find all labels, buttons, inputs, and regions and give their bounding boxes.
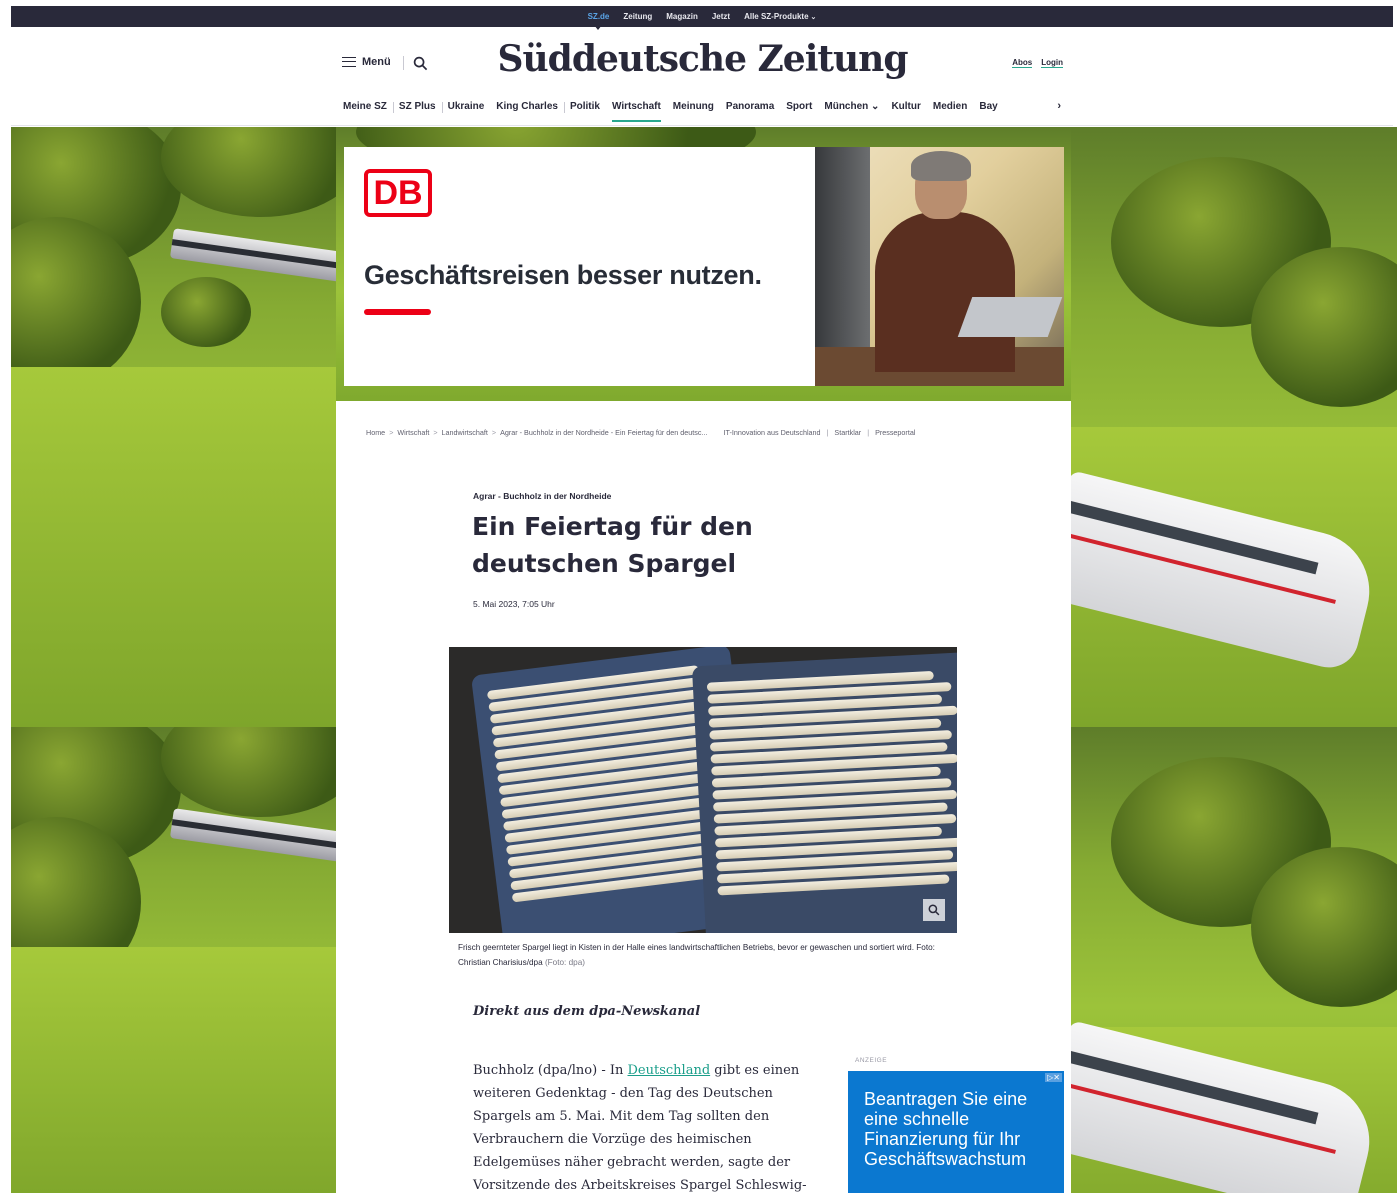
article-kicker: Agrar - Buchholz in der Nordheide <box>473 491 612 501</box>
partner-link-startklar[interactable]: Startklar <box>834 428 861 437</box>
article-photo-asparagus[interactable] <box>449 647 957 933</box>
magnifier-icon <box>928 904 940 916</box>
nav-item-meine-sz[interactable]: Meine SZ <box>343 98 394 120</box>
breadcrumb-separator: > <box>389 428 394 437</box>
asparagus-crate <box>691 651 957 933</box>
landscape-panel <box>1071 727 1397 1193</box>
ad-headline: Geschäftsreisen besser nutzen. <box>364 260 762 290</box>
productbar-magazin[interactable]: Magazin <box>666 12 698 21</box>
main-nav: Meine SZ SZ Plus Ukraine King Charles Po… <box>343 98 1065 126</box>
nav-item-wirtschaft[interactable]: Wirtschaft <box>611 98 661 122</box>
nav-item-kultur[interactable]: Kultur <box>891 98 920 120</box>
productbar-alle-produkte-label: Alle SZ-Produkte <box>744 12 809 21</box>
landscape-panel <box>1071 127 1397 727</box>
nav-item-meinung[interactable]: Meinung <box>673 98 714 120</box>
nav-item-sz-plus[interactable]: SZ Plus <box>399 98 443 120</box>
adchoices-icon[interactable]: ▷✕ <box>1045 1073 1062 1082</box>
breadcrumb-landwirtschaft[interactable]: Landwirtschaft <box>442 428 488 437</box>
article-date: 5. Mai 2023, 7:05 Uhr <box>473 599 555 609</box>
nav-item-bayern[interactable]: Bay <box>979 98 997 120</box>
nav-item-politik[interactable]: Politik <box>570 98 600 120</box>
db-logo: DB <box>364 169 432 217</box>
productbar-alle-produkte[interactable]: Alle SZ-Produkte ⌄ <box>744 12 816 21</box>
partner-link-it-innovation[interactable]: IT-Innovation aus Deutschland <box>723 428 820 437</box>
side-ad-text: Beantragen Sie eine eine schnelle Finanz… <box>864 1089 1028 1169</box>
ad-photo-businessman <box>815 147 1064 386</box>
landscape-panel <box>11 727 336 1193</box>
link-separator: | <box>867 428 870 437</box>
photo-caption: Frisch geernteter Spargel liegt in Kiste… <box>458 940 953 970</box>
breadcrumb-current: Agrar - Buchholz in der Nordheide - Ein … <box>500 428 708 437</box>
deutschland-link[interactable]: Deutschland <box>628 1063 711 1078</box>
nav-item-sport[interactable]: Sport <box>786 98 812 120</box>
productbar-jetzt[interactable]: Jetzt <box>712 12 730 21</box>
breadcrumb-wirtschaft[interactable]: Wirtschaft <box>397 428 429 437</box>
productbar-zeitung[interactable]: Zeitung <box>623 12 652 21</box>
newsfeed-label: Direkt aus dem dpa-Newskanal <box>473 1004 701 1019</box>
laptop-icon <box>957 297 1063 337</box>
chevron-down-icon: ⌄ <box>810 14 817 21</box>
breadcrumb: Home > Wirtschaft > Landwirtschaft > Agr… <box>366 428 1046 437</box>
article-headline: Ein Feiertag für den deutschen Spargel <box>472 512 753 578</box>
breadcrumb-partner-links: IT-Innovation aus Deutschland | Startkla… <box>723 428 915 437</box>
nav-item-panorama[interactable]: Panorama <box>726 98 774 120</box>
productbar-sz-de[interactable]: SZ.de <box>588 12 609 30</box>
breadcrumb-home[interactable]: Home <box>366 428 385 437</box>
nav-item-muenchen-label: München <box>824 101 869 112</box>
caption-credit: (Foto: dpa) <box>544 958 585 967</box>
partner-link-presseportal[interactable]: Presseportal <box>875 428 915 437</box>
zoom-button[interactable] <box>923 899 945 921</box>
nav-item-king-charles[interactable]: King Charles <box>496 98 565 120</box>
body-text-suffix: gibt es einen weiteren Gedenktag - den T… <box>473 1063 807 1193</box>
abos-link[interactable]: Abos <box>1012 58 1033 68</box>
breadcrumb-separator: > <box>491 428 497 437</box>
nav-item-ukraine[interactable]: Ukraine <box>448 98 485 120</box>
nav-item-medien[interactable]: Medien <box>933 98 967 120</box>
db-ad-banner[interactable]: DB Geschäftsreisen besser nutzen. <box>344 147 1064 386</box>
nav-item-muenchen[interactable]: München ⌄ <box>824 98 879 120</box>
ad-label: ANZEIGE <box>855 1057 888 1064</box>
chevron-right-icon[interactable]: › <box>1057 100 1061 112</box>
body-text-prefix: Buchholz (dpa/lno) - In <box>473 1063 628 1078</box>
article-body: Buchholz (dpa/lno) - In Deutschland gibt… <box>473 1059 813 1193</box>
side-ad-financing[interactable]: ▷✕ Beantragen Sie eine eine schnelle Fin… <box>848 1071 1064 1193</box>
article-card: Home > Wirtschaft > Landwirtschaft > Agr… <box>336 401 1071 1193</box>
login-link[interactable]: Login <box>1041 58 1063 68</box>
site-logo[interactable]: Süddeutsche Zeitung <box>340 38 1065 80</box>
chevron-down-icon: ⌄ <box>871 101 880 112</box>
breadcrumb-separator: > <box>433 428 438 437</box>
product-bar: SZ.de Zeitung Magazin Jetzt Alle SZ-Prod… <box>11 6 1393 30</box>
site-header: Menü Süddeutsche Zeitung Abos Login <box>340 36 1065 92</box>
header-links: Abos Login <box>1012 58 1063 68</box>
landscape-panel <box>11 127 336 727</box>
link-separator: | <box>826 428 829 437</box>
caption-text: Frisch geernteter Spargel liegt in Kiste… <box>458 943 935 967</box>
nav-divider <box>11 125 1393 126</box>
ad-underline <box>364 309 431 315</box>
